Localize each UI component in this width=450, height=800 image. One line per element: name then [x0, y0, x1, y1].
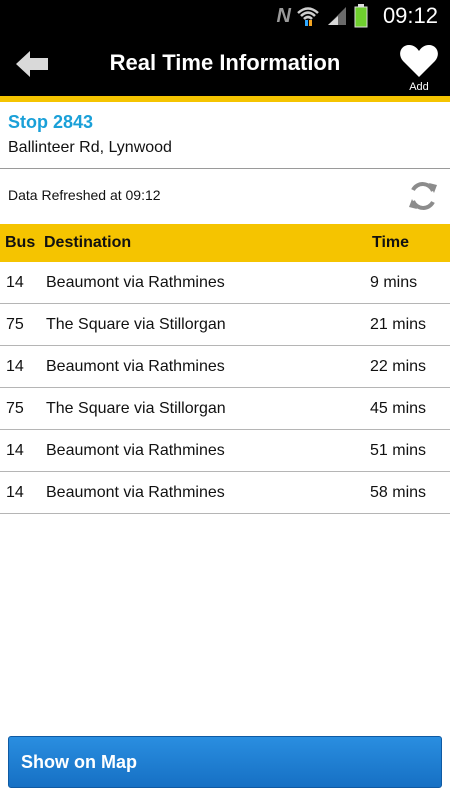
notification-icon: N — [276, 4, 291, 27]
column-header-bus: Bus — [5, 234, 36, 251]
add-favourite-button[interactable]: Add — [398, 44, 440, 94]
departure-row[interactable]: 14 Beaumont via Rathmines 51 mins — [0, 430, 450, 472]
bus-number: 14 — [6, 274, 24, 291]
stop-info: Stop 2843 Ballinteer Rd, Lynwood — [0, 102, 450, 168]
status-bar: N 09:12 — [0, 0, 450, 32]
destination: Beaumont via Rathmines — [46, 358, 225, 375]
destination: Beaumont via Rathmines — [46, 274, 225, 291]
departure-row[interactable]: 14 Beaumont via Rathmines 22 mins — [0, 346, 450, 388]
refresh-status: Data Refreshed at 09:12 — [8, 187, 161, 203]
page-title: Real Time Information — [109, 50, 341, 75]
show-on-map-button[interactable]: Show on Map — [8, 736, 442, 788]
refresh-icon — [409, 182, 437, 210]
wifi-icon — [297, 7, 319, 26]
destination: Beaumont via Rathmines — [46, 484, 225, 501]
heart-icon — [400, 45, 438, 77]
bus-number: 14 — [6, 484, 24, 501]
due-time: 9 mins — [370, 274, 418, 291]
add-label: Add — [409, 81, 429, 93]
clock: 09:12 — [382, 3, 438, 28]
refresh-button[interactable] — [406, 179, 440, 213]
due-time: 58 mins — [370, 484, 427, 501]
destination: The Square via Stillorgan — [46, 400, 226, 417]
bus-number: 14 — [6, 358, 24, 375]
due-time: 22 mins — [370, 358, 427, 375]
stop-address: Ballinteer Rd, Lynwood — [8, 139, 172, 156]
bus-number: 14 — [6, 442, 24, 459]
battery-icon — [354, 4, 368, 28]
due-time: 21 mins — [370, 316, 427, 333]
column-header-time: Time — [372, 234, 410, 251]
show-on-map-label: Show on Map — [21, 752, 137, 772]
due-time: 45 mins — [370, 400, 427, 417]
bus-number: 75 — [6, 316, 24, 333]
due-time: 51 mins — [370, 442, 427, 459]
app-header: Real Time Information Add — [0, 32, 450, 96]
departure-row[interactable]: 14 Beaumont via Rathmines 58 mins — [0, 472, 450, 514]
refresh-row: Data Refreshed at 09:12 — [0, 169, 450, 224]
departures-table-header: Bus Destination Time — [0, 224, 450, 262]
destination: The Square via Stillorgan — [46, 316, 226, 333]
departure-row[interactable]: 75 The Square via Stillorgan 21 mins — [0, 304, 450, 346]
column-header-destination: Destination — [44, 234, 132, 251]
departures-list: 14 Beaumont via Rathmines 9 mins 75 The … — [0, 262, 450, 514]
departure-row[interactable]: 75 The Square via Stillorgan 45 mins — [0, 388, 450, 430]
stop-number: Stop 2843 — [8, 112, 94, 132]
bus-number: 75 — [6, 400, 24, 417]
status-icons: N — [277, 4, 368, 28]
signal-icon — [328, 7, 346, 25]
destination: Beaumont via Rathmines — [46, 442, 225, 459]
departure-row[interactable]: 14 Beaumont via Rathmines 9 mins — [0, 262, 450, 304]
